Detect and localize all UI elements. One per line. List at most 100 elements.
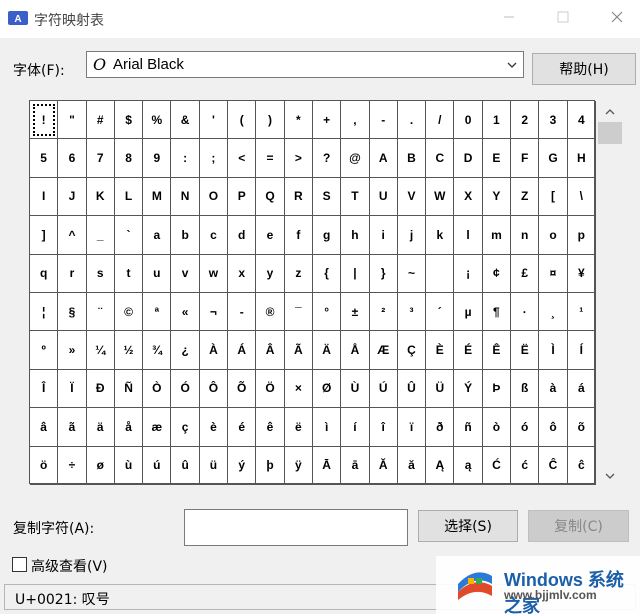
char-cell[interactable]: ê [256, 408, 285, 447]
char-cell[interactable]: - [369, 101, 398, 140]
char-cell[interactable]: f [284, 216, 313, 255]
char-cell[interactable]: ^ [58, 216, 87, 255]
char-cell[interactable]: j [397, 216, 427, 255]
char-cell[interactable]: - [228, 292, 257, 332]
char-cell[interactable]: p [567, 216, 596, 255]
char-cell[interactable]: z [284, 254, 313, 293]
char-cell[interactable]: 5 [30, 139, 59, 178]
char-cell[interactable]: = [256, 139, 285, 178]
char-cell[interactable]: s [86, 254, 115, 293]
char-cell[interactable]: L [114, 177, 144, 217]
char-cell[interactable]: Ć [482, 446, 512, 485]
char-cell[interactable]: õ [567, 408, 596, 447]
font-dropdown[interactable]: O Arial Black [86, 51, 524, 78]
char-cell[interactable]: @ [341, 139, 370, 178]
char-cell[interactable]: 9 [143, 139, 172, 178]
char-cell[interactable]: Ą [426, 446, 455, 485]
char-cell[interactable]: t [114, 254, 144, 293]
char-cell[interactable]: q [30, 254, 59, 293]
char-cell[interactable]: ¤ [539, 254, 568, 293]
char-cell[interactable]: ĉ [567, 446, 596, 485]
char-cell[interactable]: Ã [284, 331, 313, 370]
char-cell[interactable]: ~ [397, 254, 427, 293]
char-cell[interactable]: e [256, 216, 285, 255]
char-cell[interactable]: ć [511, 446, 540, 485]
char-cell[interactable]: o [539, 216, 568, 255]
char-cell[interactable]: Á [228, 331, 257, 370]
char-cell[interactable]: í [341, 408, 370, 447]
char-cell[interactable]: } [369, 254, 398, 293]
char-cell[interactable]: k [426, 216, 455, 255]
char-cell[interactable]: B [397, 139, 427, 178]
char-cell[interactable]: X [454, 177, 483, 217]
char-cell[interactable]: ] [30, 216, 59, 255]
char-cell[interactable]: ² [369, 292, 398, 332]
char-cell[interactable]: E [482, 139, 512, 178]
char-cell[interactable]: Æ [369, 331, 398, 370]
char-cell[interactable]: © [114, 292, 144, 332]
char-cell[interactable]: m [482, 216, 512, 255]
char-cell[interactable]: ® [256, 292, 285, 332]
char-cell[interactable]: È [426, 331, 455, 370]
char-cell[interactable]: I [30, 177, 59, 217]
char-cell[interactable]: ( [228, 101, 257, 140]
advanced-view-label[interactable]: 高级查看(V) [31, 556, 108, 576]
char-cell[interactable]: £ [511, 254, 540, 293]
char-cell[interactable]: J [58, 177, 87, 217]
char-cell[interactable]: O [199, 177, 229, 217]
char-cell[interactable]: Ê [482, 331, 512, 370]
char-cell[interactable]: > [284, 139, 313, 178]
char-cell[interactable]: Ø [312, 369, 342, 409]
char-cell[interactable]: Y [482, 177, 512, 217]
advanced-view-checkbox[interactable] [12, 557, 27, 572]
char-cell[interactable]: # [86, 101, 115, 140]
char-cell[interactable]: á [567, 369, 596, 409]
char-cell[interactable]: ù [114, 446, 144, 485]
char-cell[interactable]: r [58, 254, 87, 293]
char-cell[interactable]: Î [30, 369, 59, 409]
char-cell[interactable]: ç [171, 408, 200, 447]
char-cell[interactable]: ? [312, 139, 342, 178]
char-cell[interactable]: 0 [454, 101, 483, 140]
char-cell[interactable]: ± [341, 292, 370, 332]
char-cell[interactable]: Ā [312, 446, 342, 485]
char-cell[interactable]: Í [567, 331, 596, 370]
char-cell[interactable]: n [511, 216, 540, 255]
char-cell[interactable]: < [228, 139, 257, 178]
char-cell[interactable]: è [199, 408, 229, 447]
char-cell[interactable]: Q [256, 177, 285, 217]
char-cell[interactable]: ā [341, 446, 370, 485]
char-cell[interactable]: ÿ [284, 446, 313, 485]
char-cell[interactable]: R [284, 177, 313, 217]
char-cell[interactable]: ¡ [454, 254, 483, 293]
char-cell[interactable]: ! [30, 101, 59, 140]
char-cell[interactable]: ¦ [30, 292, 59, 332]
char-cell[interactable]: x [228, 254, 257, 293]
char-cell[interactable]: P [228, 177, 257, 217]
char-cell[interactable]: Õ [228, 369, 257, 409]
char-cell[interactable]: 2 [511, 101, 540, 140]
char-cell[interactable]: " [58, 101, 87, 140]
char-cell[interactable]: Ô [199, 369, 229, 409]
char-cell[interactable]: Ç [397, 331, 427, 370]
char-cell[interactable]: ½ [114, 331, 144, 370]
char-cell[interactable]: × [284, 369, 313, 409]
char-cell[interactable]: ¯ [284, 292, 313, 332]
char-cell[interactable]: û [171, 446, 200, 485]
char-cell[interactable]: \ [567, 177, 596, 217]
char-cell[interactable]: Ă [369, 446, 398, 485]
minimize-button[interactable] [486, 0, 532, 34]
char-cell[interactable]: À [199, 331, 229, 370]
char-cell[interactable]: ð [426, 408, 455, 447]
char-cell[interactable]: & [171, 101, 200, 140]
char-cell[interactable]: ă [397, 446, 427, 485]
char-cell[interactable]: ú [143, 446, 172, 485]
char-cell[interactable]: [ [539, 177, 568, 217]
char-cell[interactable]: ° [312, 292, 342, 332]
char-cell[interactable]: A [369, 139, 398, 178]
char-cell[interactable]: ¿ [171, 331, 200, 370]
char-cell[interactable]: Ñ [114, 369, 144, 409]
char-cell[interactable]: ¬ [199, 292, 229, 332]
copy-characters-input[interactable] [184, 509, 408, 546]
char-cell[interactable]: u [143, 254, 172, 293]
